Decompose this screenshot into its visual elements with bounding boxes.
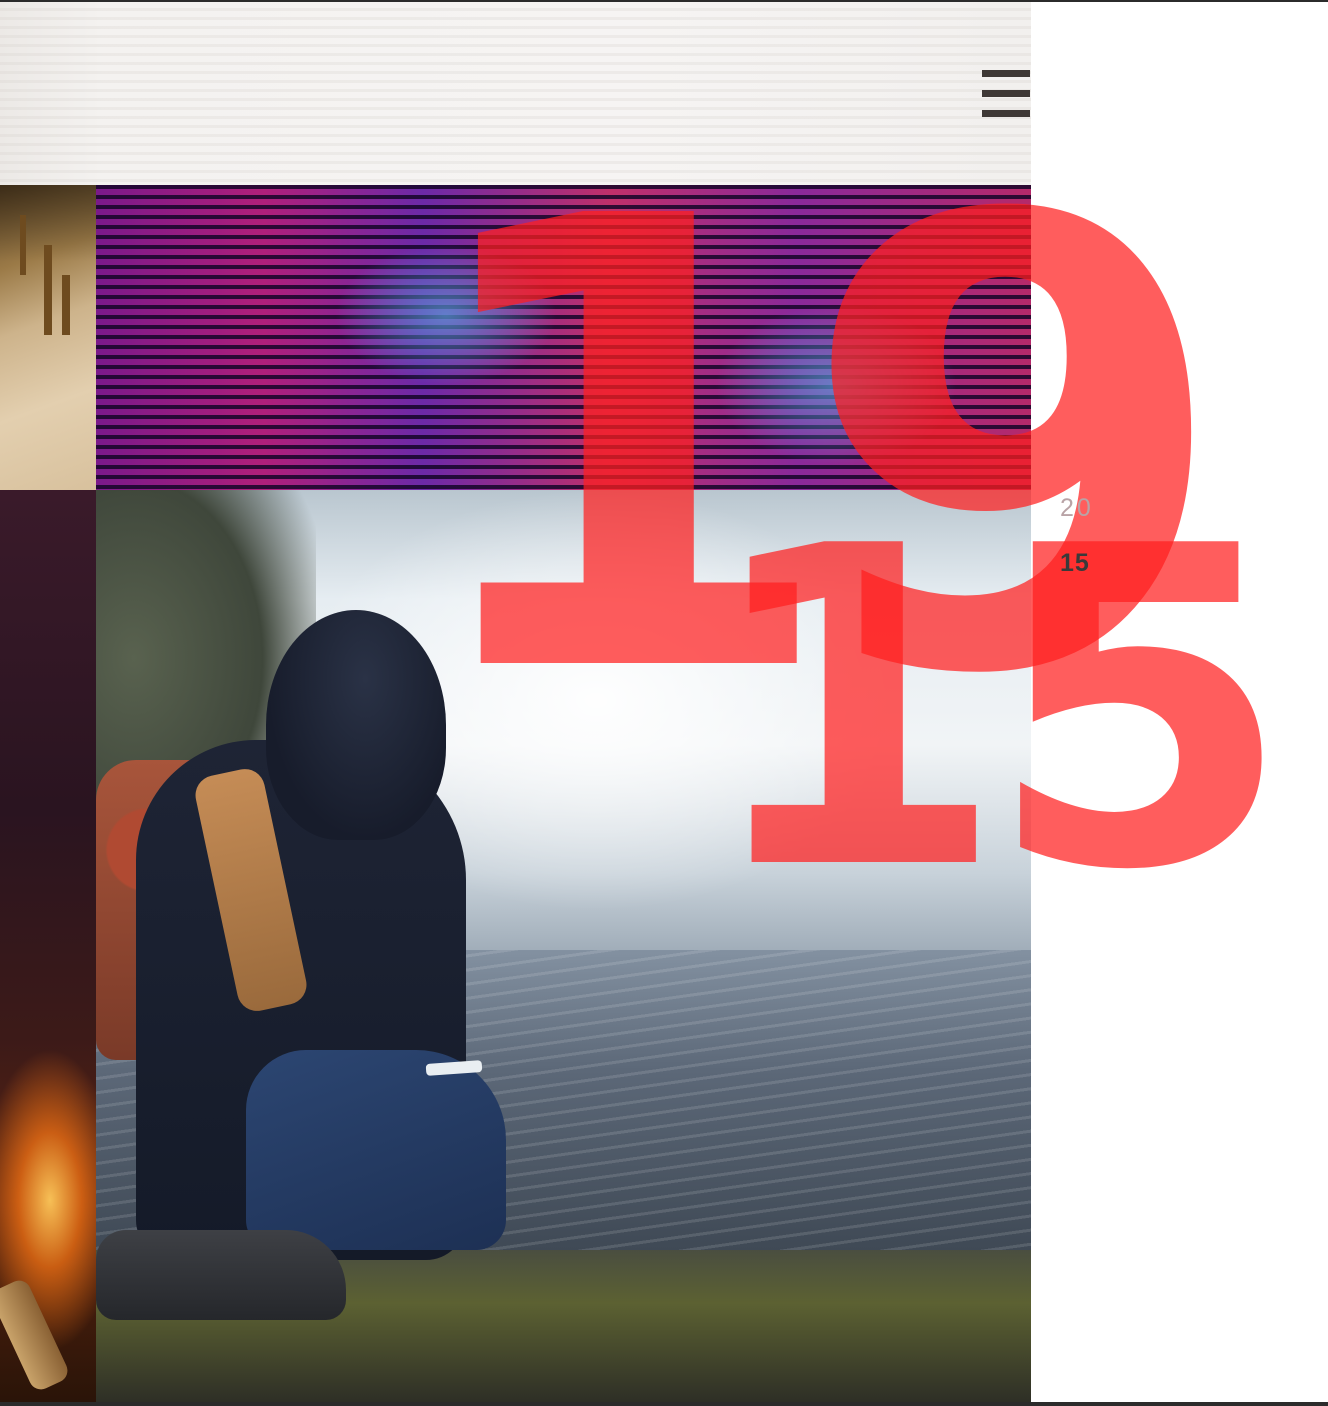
hiker-boot [96, 1230, 346, 1320]
cafe-chairs-photo[interactable] [0, 185, 96, 490]
campfire-photo[interactable] [0, 490, 96, 1402]
chair-leg [62, 275, 70, 335]
hiker-waterfall-photo[interactable] [96, 490, 1031, 1402]
glow-blob [716, 305, 956, 465]
chair-leg [44, 245, 52, 335]
year-option[interactable]: 20 [1060, 494, 1120, 523]
menu-bar [982, 90, 1030, 97]
glow-blob [336, 245, 556, 385]
hamburger-menu-icon[interactable] [982, 70, 1030, 118]
menu-bar [982, 70, 1030, 77]
year-selector: 20 15 [1060, 494, 1120, 604]
hiker-hood [266, 610, 446, 840]
abstract-stripes-photo[interactable] [96, 185, 1031, 490]
header-band [0, 2, 1031, 185]
hiker-jeans [246, 1050, 506, 1250]
chair-leg [20, 215, 26, 275]
year-option-active[interactable]: 15 [1060, 549, 1120, 578]
bottom-border [0, 1402, 1328, 1406]
page: 19 15 20 15 [0, 0, 1328, 1406]
menu-bar [982, 110, 1030, 117]
